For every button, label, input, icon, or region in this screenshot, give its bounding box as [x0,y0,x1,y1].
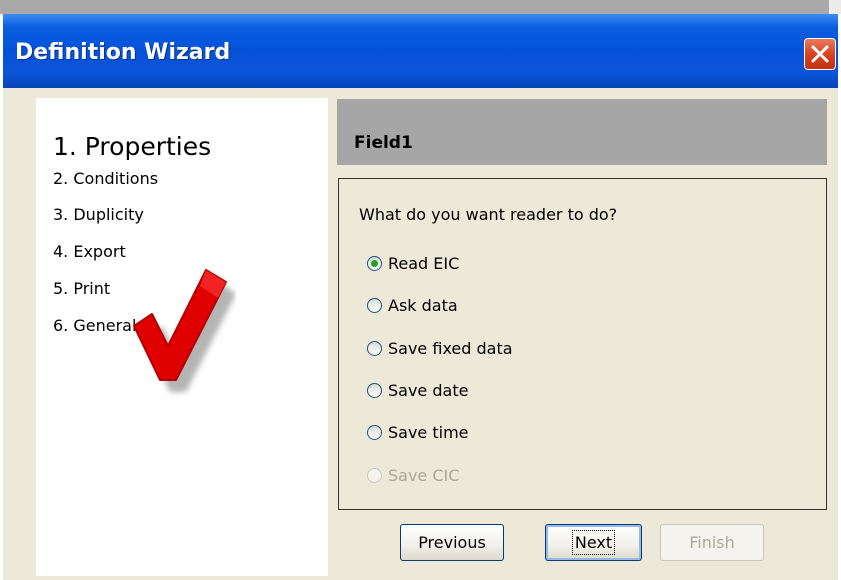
radio-read-eic[interactable] [367,255,382,271]
option-save-time[interactable]: Save time [367,420,469,444]
step-duplicity[interactable]: 3. Duplicity [53,205,144,224]
radio-save-date[interactable] [367,382,382,398]
option-label: Save time [388,422,469,442]
previous-button-label: Previous [418,533,486,552]
options-group: What do you want reader to do? Read EIC … [338,178,827,510]
title-bar[interactable]: Definition Wizard [3,14,838,88]
finish-button: Finish [660,524,764,561]
option-save-fixed-data[interactable]: Save fixed data [367,336,513,360]
steps-panel: 1. Properties 2. Conditions 3. Duplicity… [36,98,328,576]
desktop-strip-edge [829,0,841,14]
step-print[interactable]: 5. Print [53,279,110,298]
next-button-label: Next [571,530,616,555]
option-label: Save CIC [388,465,460,485]
option-save-cic: Save CIC [367,463,459,487]
field-header: Field1 [337,99,827,165]
field-name: Field1 [354,133,413,153]
question-label: What do you want reader to do? [359,205,618,224]
option-label: Ask data [388,295,458,315]
window-title: Definition Wizard [15,40,231,65]
radio-save-fixed-data[interactable] [367,340,382,356]
step-export[interactable]: 4. Export [53,242,126,261]
next-button[interactable]: Next [545,524,642,561]
finish-button-label: Finish [689,533,735,552]
option-label: Read EIC [388,253,460,273]
radio-save-cic [367,467,382,483]
close-icon [811,45,829,63]
option-ask-data[interactable]: Ask data [367,293,458,317]
option-save-date[interactable]: Save date [367,378,468,402]
wizard-window: Definition Wizard 1. Properties 2. Condi… [3,14,838,580]
option-label: Save date [388,380,469,400]
previous-button[interactable]: Previous [400,524,504,561]
radio-ask-data[interactable] [367,297,382,313]
radio-save-time[interactable] [367,424,382,440]
step-conditions[interactable]: 2. Conditions [53,169,158,188]
checkmark-icon [133,269,236,392]
step-general[interactable]: 6. General [53,316,136,335]
close-button[interactable] [804,38,836,70]
step-properties[interactable]: 1. Properties [53,132,211,161]
desktop-strip [0,0,841,14]
option-read-eic[interactable]: Read EIC [367,251,459,275]
option-label: Save fixed data [388,338,513,358]
